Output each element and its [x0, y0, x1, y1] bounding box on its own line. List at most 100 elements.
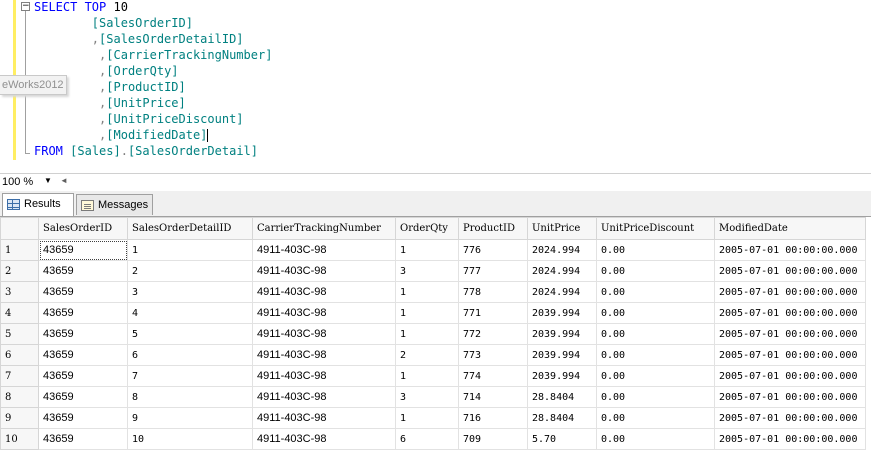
grid-cell[interactable]: 1: [395, 302, 459, 324]
grid-cell[interactable]: 0.00: [596, 428, 715, 450]
grid-cell[interactable]: 773: [458, 344, 528, 366]
table-row[interactable]: 2 43659 2 4911-403C-98 3 777 2024.994 0.00 2005-…: [0, 260, 866, 282]
grid-cell[interactable]: 43659: [38, 239, 128, 261]
grid-corner-header[interactable]: [0, 217, 39, 240]
column-header[interactable]: OrderQty: [395, 217, 459, 240]
sql-editor[interactable]: − SELECT TOP 10 [SalesOrderID] ,[SalesOr…: [0, 0, 871, 172]
grid-cell[interactable]: 3: [127, 281, 253, 303]
grid-cell[interactable]: 774: [458, 365, 528, 387]
grid-cell[interactable]: 1: [395, 281, 459, 303]
table-row[interactable]: 6 43659 6 4911-403C-98 2 773 2039.994 0.00 2005-…: [0, 344, 866, 366]
grid-cell[interactable]: 43659: [38, 260, 128, 282]
collapse-icon[interactable]: −: [21, 2, 30, 11]
grid-cell[interactable]: 2005-07-01 00:00:00.000: [714, 365, 866, 387]
row-number-header[interactable]: 6: [0, 344, 39, 366]
grid-cell[interactable]: 43659: [38, 323, 128, 345]
grid-cell[interactable]: 0.00: [596, 239, 715, 261]
grid-cell[interactable]: 2039.994: [527, 323, 597, 345]
grid-cell[interactable]: 28.8404: [527, 407, 597, 429]
grid-cell[interactable]: 2024.994: [527, 281, 597, 303]
row-number-header[interactable]: 9: [0, 407, 39, 429]
grid-cell[interactable]: 3: [395, 386, 459, 408]
grid-cell[interactable]: 2005-07-01 00:00:00.000: [714, 386, 866, 408]
grid-cell[interactable]: 771: [458, 302, 528, 324]
grid-cell[interactable]: 0.00: [596, 386, 715, 408]
grid-cell[interactable]: 43659: [38, 365, 128, 387]
grid-cell[interactable]: 1: [395, 365, 459, 387]
column-header[interactable]: UnitPriceDiscount: [596, 217, 715, 240]
grid-cell[interactable]: 4911-403C-98: [252, 281, 396, 303]
grid-cell[interactable]: 4911-403C-98: [252, 428, 396, 450]
grid-cell[interactable]: 28.8404: [527, 386, 597, 408]
grid-cell[interactable]: 2005-07-01 00:00:00.000: [714, 344, 866, 366]
grid-cell[interactable]: 0.00: [596, 344, 715, 366]
grid-cell[interactable]: 4911-403C-98: [252, 365, 396, 387]
column-header[interactable]: ProductID: [458, 217, 528, 240]
grid-cell[interactable]: 2005-07-01 00:00:00.000: [714, 302, 866, 324]
column-header[interactable]: SalesOrderDetailID: [127, 217, 253, 240]
table-row[interactable]: 10 43659 10 4911-403C-98 6 709 5.70 0.00 2005-07…: [0, 428, 866, 450]
grid-cell[interactable]: 0.00: [596, 323, 715, 345]
table-row[interactable]: 9 43659 9 4911-403C-98 1 716 28.8404 0.00 2005-0…: [0, 407, 866, 429]
code-line[interactable]: FROM [Sales].[SalesOrderDetail]: [34, 143, 258, 159]
code-line[interactable]: ,[UnitPriceDiscount]: [34, 111, 244, 127]
column-header[interactable]: CarrierTrackingNumber: [252, 217, 396, 240]
grid-cell[interactable]: 2039.994: [527, 344, 597, 366]
grid-cell[interactable]: 4911-403C-98: [252, 302, 396, 324]
code-line[interactable]: ,[UnitPrice]: [34, 95, 186, 111]
grid-cell[interactable]: 2039.994: [527, 365, 597, 387]
grid-cell[interactable]: 0.00: [596, 260, 715, 282]
grid-cell[interactable]: 0.00: [596, 281, 715, 303]
grid-cell[interactable]: 2005-07-01 00:00:00.000: [714, 407, 866, 429]
grid-cell[interactable]: 1: [127, 239, 253, 261]
row-number-header[interactable]: 10: [0, 428, 39, 450]
grid-cell[interactable]: 4911-403C-98: [252, 344, 396, 366]
table-row[interactable]: 1 43659 1 4911-403C-98 1 776 2024.994 0.00 2005-…: [0, 239, 866, 261]
grid-cell[interactable]: 9: [127, 407, 253, 429]
grid-cell[interactable]: 714: [458, 386, 528, 408]
row-number-header[interactable]: 7: [0, 365, 39, 387]
grid-cell[interactable]: 716: [458, 407, 528, 429]
row-number-header[interactable]: 2: [0, 260, 39, 282]
column-header[interactable]: ModifiedDate: [714, 217, 866, 240]
grid-cell[interactable]: 43659: [38, 344, 128, 366]
grid-cell[interactable]: 3: [395, 260, 459, 282]
grid-cell[interactable]: 1: [395, 407, 459, 429]
code-line[interactable]: ,[CarrierTrackingNumber]: [34, 47, 272, 63]
grid-cell[interactable]: 5.70: [527, 428, 597, 450]
grid-cell[interactable]: 0.00: [596, 365, 715, 387]
grid-cell[interactable]: 4: [127, 302, 253, 324]
grid-cell[interactable]: 6: [395, 428, 459, 450]
grid-cell[interactable]: 4911-403C-98: [252, 239, 396, 261]
grid-cell[interactable]: 43659: [38, 407, 128, 429]
grid-cell[interactable]: 2024.994: [527, 260, 597, 282]
table-row[interactable]: 7 43659 7 4911-403C-98 1 774 2039.994 0.00 2005-…: [0, 365, 866, 387]
tab-messages[interactable]: Messages: [76, 194, 153, 215]
grid-cell[interactable]: 1: [395, 239, 459, 261]
grid-cell[interactable]: 4911-403C-98: [252, 386, 396, 408]
grid-cell[interactable]: 5: [127, 323, 253, 345]
row-number-header[interactable]: 3: [0, 281, 39, 303]
grid-cell[interactable]: 1: [395, 323, 459, 345]
grid-cell[interactable]: 2039.994: [527, 302, 597, 324]
grid-cell[interactable]: 2005-07-01 00:00:00.000: [714, 239, 866, 261]
row-number-header[interactable]: 4: [0, 302, 39, 324]
results-grid[interactable]: SalesOrderID SalesOrderDetailID CarrierTra…: [0, 217, 866, 450]
chevron-down-icon[interactable]: ▼: [44, 176, 52, 185]
grid-cell[interactable]: 8: [127, 386, 253, 408]
grid-cell[interactable]: 778: [458, 281, 528, 303]
column-header[interactable]: UnitPrice: [527, 217, 597, 240]
grid-cell[interactable]: 4911-403C-98: [252, 407, 396, 429]
grid-cell[interactable]: 2005-07-01 00:00:00.000: [714, 281, 866, 303]
code-line[interactable]: SELECT TOP 10: [34, 0, 128, 15]
row-number-header[interactable]: 8: [0, 386, 39, 408]
grid-cell[interactable]: 43659: [38, 281, 128, 303]
grid-cell[interactable]: 4911-403C-98: [252, 260, 396, 282]
zoom-combobox[interactable]: 100 %: [2, 176, 33, 188]
grid-cell[interactable]: 4911-403C-98: [252, 323, 396, 345]
grid-cell[interactable]: 2: [395, 344, 459, 366]
grid-cell[interactable]: 43659: [38, 428, 128, 450]
grid-cell[interactable]: 776: [458, 239, 528, 261]
row-number-header[interactable]: 5: [0, 323, 39, 345]
tab-results[interactable]: Results: [2, 193, 74, 216]
